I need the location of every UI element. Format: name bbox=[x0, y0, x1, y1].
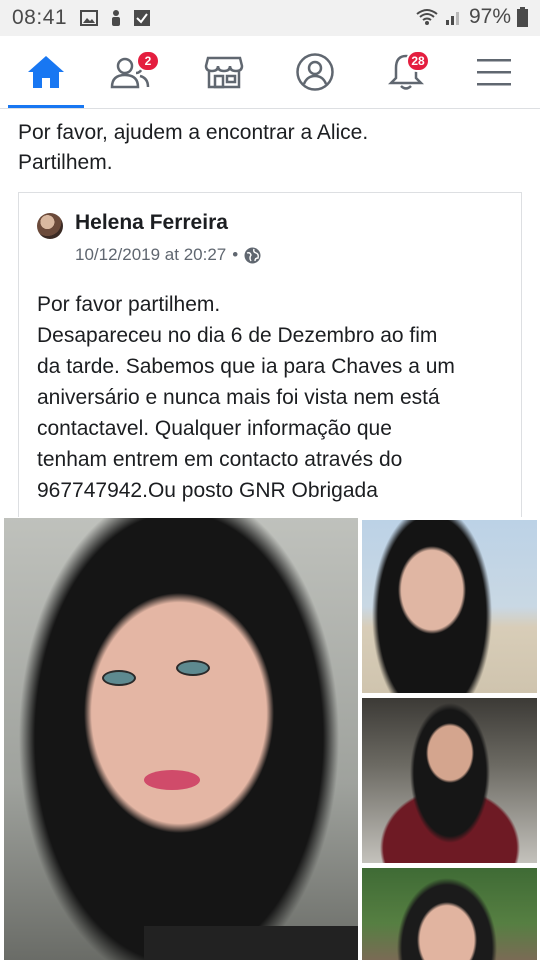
friends-badge: 2 bbox=[136, 50, 160, 72]
home-icon bbox=[28, 56, 64, 88]
menu-icon bbox=[477, 59, 511, 86]
post-text-line: Por favor, ajudem a encontrar a Alice. bbox=[18, 121, 369, 144]
meta-separator: • bbox=[232, 245, 239, 264]
main-nav: 2 28 bbox=[0, 36, 540, 109]
body-line: contactavel. Qualquer informação que bbox=[37, 417, 392, 440]
tab-notifications[interactable]: 28 bbox=[364, 36, 448, 108]
signal-icon bbox=[445, 12, 459, 25]
profile-icon bbox=[296, 53, 334, 91]
marketplace-icon bbox=[204, 56, 244, 89]
photo-grid bbox=[0, 518, 540, 960]
person-icon bbox=[112, 10, 120, 26]
shared-post[interactable]: Helena Ferreira 10/12/2019 at 20:27 • Po… bbox=[18, 192, 522, 517]
body-line: Desapareceu no dia 6 de Dezembro ao fim bbox=[37, 324, 438, 347]
status-left-icons bbox=[80, 9, 150, 27]
tab-home[interactable] bbox=[4, 36, 88, 108]
photo-detail bbox=[144, 926, 358, 960]
battery-icon bbox=[517, 7, 528, 27]
photo-thumb[interactable] bbox=[362, 868, 537, 960]
body-line: Por favor partilhem. bbox=[37, 293, 221, 316]
notifications-badge: 28 bbox=[406, 50, 430, 72]
photo-thumb[interactable] bbox=[362, 698, 537, 863]
checkbox-icon bbox=[134, 10, 150, 26]
body-line: 967747942.Ou posto GNR Obrigada bbox=[37, 479, 378, 502]
post-text: Por favor, ajudem a encontrar a Alice. P… bbox=[18, 118, 518, 178]
battery-percent: 97% bbox=[468, 5, 511, 28]
body-line: aniversário e nunca mais foi vista nem e… bbox=[37, 386, 440, 409]
body-line: tenham entrem em contacto através do bbox=[37, 448, 403, 471]
status-right: 97% bbox=[415, 5, 528, 29]
status-time: 08:41 bbox=[12, 6, 68, 29]
photo-detail bbox=[144, 770, 200, 790]
tab-marketplace[interactable] bbox=[182, 36, 266, 108]
photo-detail bbox=[102, 670, 136, 686]
tab-menu[interactable] bbox=[452, 36, 536, 108]
avatar[interactable] bbox=[37, 213, 63, 239]
tab-friends[interactable]: 2 bbox=[88, 36, 172, 108]
timestamp[interactable]: 10/12/2019 at 20:27 bbox=[75, 245, 226, 265]
tab-profile[interactable] bbox=[273, 36, 357, 108]
photo-detail bbox=[176, 660, 210, 676]
photo-main[interactable] bbox=[4, 518, 358, 960]
wifi-icon bbox=[416, 9, 438, 25]
post-text-line: Partilhem. bbox=[18, 151, 113, 174]
body-line: da tarde. Sabemos que ia para Chaves a u… bbox=[37, 355, 455, 378]
post-meta: 10/12/2019 at 20:27 • bbox=[75, 245, 261, 265]
author-name[interactable]: Helena Ferreira bbox=[75, 211, 228, 235]
shared-post-body: Por favor partilhem. Desapareceu no dia … bbox=[37, 289, 513, 506]
globe-icon bbox=[244, 247, 261, 263]
image-icon bbox=[80, 10, 98, 26]
photo-thumb[interactable] bbox=[362, 520, 537, 693]
status-bar: 08:41 97% bbox=[0, 0, 540, 36]
